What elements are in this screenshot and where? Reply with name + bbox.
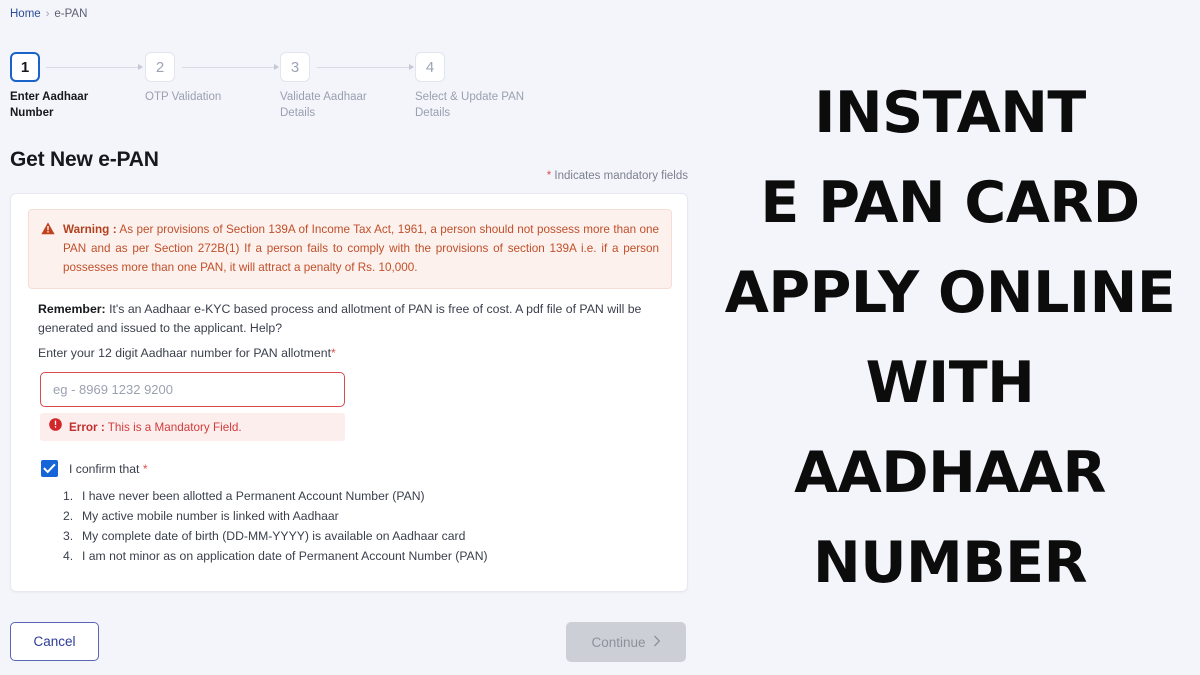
list-item-number: 4. bbox=[63, 549, 74, 563]
list-item: 4. I am not minor as on application date… bbox=[63, 546, 488, 566]
warning-body: As per provisions of Section 139A of Inc… bbox=[63, 223, 659, 274]
stepper-step-4-number: 4 bbox=[415, 52, 445, 82]
promo-line-5: AADHAAR bbox=[794, 439, 1106, 506]
stepper-step-4[interactable]: 4 Select & Update PAN Details bbox=[415, 52, 565, 121]
warning-triangle-icon bbox=[41, 222, 55, 277]
stepper-step-1[interactable]: 1 Enter Aadhaar Number bbox=[10, 52, 160, 121]
warning-label: Warning : bbox=[63, 223, 117, 236]
breadcrumb-current: e-PAN bbox=[54, 8, 88, 20]
list-item-text: I am not minor as on application date of… bbox=[82, 549, 488, 563]
list-item: 1. I have never been allotted a Permanen… bbox=[63, 486, 488, 506]
page-title: Get New e-PAN bbox=[10, 148, 159, 171]
error-text: Error : This is a Mandatory Field. bbox=[69, 421, 242, 434]
stepper-step-3-number: 3 bbox=[280, 52, 310, 82]
remember-body: It's an Aadhaar e-KYC based process and … bbox=[38, 302, 642, 335]
promo-line-6: NUMBER bbox=[813, 529, 1087, 596]
app-screen: Home › e-PAN 1 Enter Aadhaar Number 2 OT… bbox=[0, 0, 1200, 675]
list-item: 2. My active mobile number is linked wit… bbox=[63, 506, 488, 526]
progress-stepper: 1 Enter Aadhaar Number 2 OTP Validation … bbox=[10, 52, 690, 132]
error-circle-icon bbox=[49, 418, 62, 436]
stepper-step-4-label: Select & Update PAN Details bbox=[415, 91, 525, 119]
promo-line-1: INSTANT bbox=[814, 79, 1086, 146]
aadhaar-field-label: Enter your 12 digit Aadhaar number for P… bbox=[38, 346, 336, 360]
chevron-right-icon bbox=[653, 635, 661, 650]
warning-message: Warning : As per provisions of Section 1… bbox=[63, 220, 659, 277]
remember-note: Remember: It's an Aadhaar e-KYC based pr… bbox=[38, 300, 664, 338]
aadhaar-number-input[interactable] bbox=[40, 372, 345, 407]
stepper-step-2-number: 2 bbox=[145, 52, 175, 82]
error-body: This is a Mandatory Field. bbox=[104, 420, 242, 434]
mandatory-note-text: Indicates mandatory fields bbox=[551, 170, 688, 182]
form-card: Warning : As per provisions of Section 1… bbox=[10, 193, 688, 592]
confirm-checkbox[interactable] bbox=[41, 460, 58, 477]
error-label: Error : bbox=[69, 420, 105, 434]
continue-button[interactable]: Continue bbox=[566, 622, 686, 662]
stepper-step-2[interactable]: 2 OTP Validation bbox=[145, 52, 295, 105]
aadhaar-error-message: Error : This is a Mandatory Field. bbox=[40, 413, 345, 441]
list-item-number: 1. bbox=[63, 489, 74, 503]
cancel-button[interactable]: Cancel bbox=[10, 622, 99, 661]
stepper-step-1-number: 1 bbox=[10, 52, 40, 82]
confirm-label-text: I confirm that bbox=[69, 461, 140, 476]
confirm-label: I confirm that * bbox=[69, 462, 148, 476]
aadhaar-required-star: * bbox=[331, 346, 336, 360]
breadcrumb-separator-icon: › bbox=[45, 8, 50, 20]
list-item-number: 3. bbox=[63, 529, 74, 543]
stepper-step-3[interactable]: 3 Validate Aadhaar Details bbox=[280, 52, 430, 121]
list-item-text: My active mobile number is linked with A… bbox=[82, 509, 339, 523]
stepper-step-1-label: Enter Aadhaar Number bbox=[10, 91, 89, 119]
breadcrumb-home-link[interactable]: Home bbox=[10, 6, 41, 22]
efiling-form-pane: Home › e-PAN 1 Enter Aadhaar Number 2 OT… bbox=[0, 0, 700, 675]
confirm-checkbox-row[interactable]: I confirm that * bbox=[41, 460, 148, 477]
aadhaar-field-label-text: Enter your 12 digit Aadhaar number for P… bbox=[38, 346, 332, 360]
list-item-number: 2. bbox=[63, 509, 74, 523]
promo-line-3: APPLY ONLINE bbox=[724, 259, 1176, 326]
list-item-text: My complete date of birth (DD-MM-YYYY) i… bbox=[82, 529, 466, 543]
mandatory-fields-note: * Indicates mandatory fields bbox=[547, 170, 688, 182]
warning-banner: Warning : As per provisions of Section 1… bbox=[28, 209, 672, 289]
breadcrumb: Home › e-PAN bbox=[10, 6, 87, 22]
stepper-step-3-label: Validate Aadhaar Details bbox=[280, 91, 367, 119]
stepper-step-2-label: OTP Validation bbox=[145, 91, 222, 103]
continue-button-label: Continue bbox=[591, 634, 646, 650]
promo-line-2: E PAN CARD bbox=[760, 169, 1140, 236]
confirm-required-star: * bbox=[142, 461, 148, 476]
list-item: 3. My complete date of birth (DD-MM-YYYY… bbox=[63, 526, 488, 546]
promo-line-4: WITH bbox=[865, 349, 1035, 416]
list-item-text: I have never been allotted a Permanent A… bbox=[82, 489, 425, 503]
confirm-declaration-list: 1. I have never been allotted a Permanen… bbox=[63, 486, 488, 566]
promo-panel: INSTANT E PAN CARD APPLY ONLINE WITH AAD… bbox=[700, 0, 1200, 675]
remember-label: Remember: bbox=[38, 302, 106, 316]
